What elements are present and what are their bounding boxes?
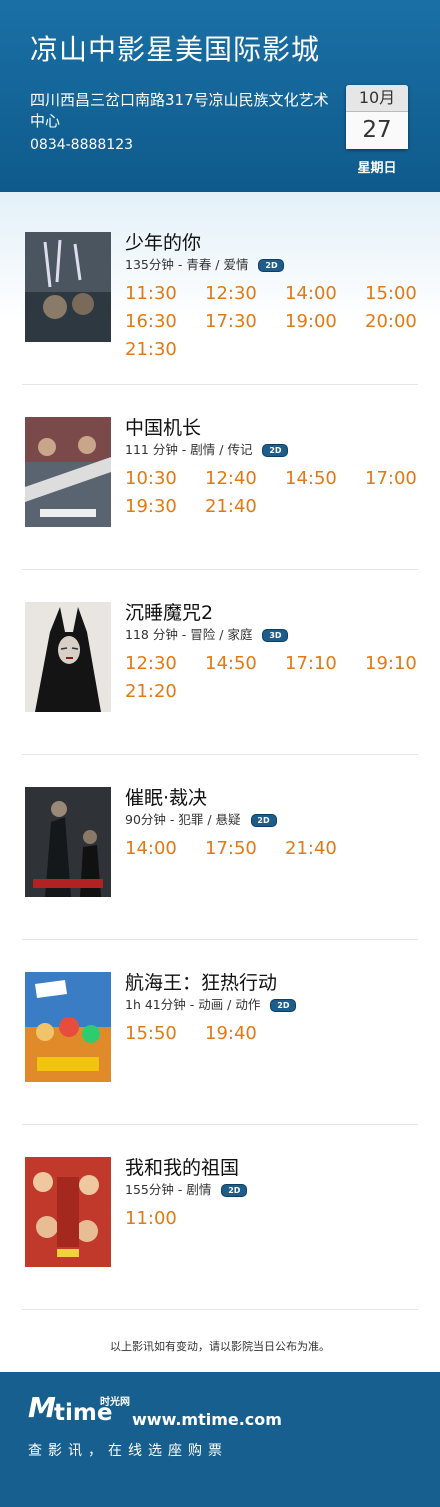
showtime[interactable]: 14:50	[205, 653, 257, 674]
showtime[interactable]: 19:10	[365, 653, 417, 674]
weekday-label: 星期日	[357, 161, 397, 176]
movie-poster[interactable]	[25, 417, 111, 527]
movie-title[interactable]: 催眠·裁决	[125, 783, 207, 810]
divider	[22, 1309, 418, 1310]
showtime[interactable]: 17:30	[205, 311, 257, 332]
movie-poster[interactable]	[25, 972, 111, 1082]
movie-meta: 155分钟 - 剧情 2D	[125, 1179, 248, 1198]
movie-meta: 111 分钟 - 剧情 / 传记 2D	[125, 439, 289, 458]
showtime[interactable]: 21:30	[125, 339, 177, 360]
showtime[interactable]: 21:40	[285, 838, 337, 859]
format-badge: 2D	[262, 444, 289, 457]
movie-item[interactable]: 中国机长 111 分钟 - 剧情 / 传记 2D 10:30 12:40 14:5…	[0, 385, 440, 570]
movie-poster[interactable]	[25, 232, 111, 342]
footer-scalloped-edge	[0, 1368, 440, 1376]
showtime[interactable]: 12:30	[125, 653, 177, 674]
showtime[interactable]: 19:00	[285, 311, 337, 332]
showtime[interactable]: 14:00	[285, 283, 337, 304]
showtime[interactable]: 11:30	[125, 283, 177, 304]
showtime[interactable]: 10:30	[125, 468, 177, 489]
movie-meta-text: 135分钟 - 青春 / 爱情	[125, 257, 249, 272]
movie-title[interactable]: 我和我的祖国	[125, 1153, 239, 1180]
date-calendar: 10月 27	[346, 85, 408, 149]
movie-meta: 118 分钟 - 冒险 / 家庭 3D	[125, 624, 289, 643]
showtime[interactable]: 20:00	[365, 311, 417, 332]
movie-meta-text: 111 分钟 - 剧情 / 传记	[125, 442, 253, 457]
showtime[interactable]: 19:40	[205, 1023, 257, 1044]
format-badge: 2D	[221, 1184, 248, 1197]
movie-meta: 90分钟 - 犯罪 / 悬疑 2D	[125, 809, 277, 828]
showtime[interactable]: 15:00	[365, 283, 417, 304]
showtime[interactable]: 17:50	[205, 838, 257, 859]
showtime[interactable]: 19:30	[125, 496, 177, 517]
movie-meta: 135分钟 - 青春 / 爱情 2D	[125, 254, 285, 273]
showtime[interactable]: 17:00	[365, 468, 417, 489]
format-badge: 3D	[262, 629, 289, 642]
cinema-address: 四川西昌三岔口南路317号凉山民族文化艺术中心	[30, 91, 329, 130]
movie-meta: 1h 41分钟 - 动画 / 动作 2D	[125, 994, 297, 1013]
schedule-notice: 以上影讯如有变动，请以影院当日公布为准。	[110, 1340, 330, 1353]
showtime[interactable]: 21:40	[205, 496, 257, 517]
showtime[interactable]: 17:10	[285, 653, 337, 674]
movie-poster[interactable]	[25, 1157, 111, 1267]
showtime[interactable]: 14:50	[285, 468, 337, 489]
movie-poster[interactable]	[25, 787, 111, 897]
movie-meta-text: 1h 41分钟 - 动画 / 动作	[125, 997, 261, 1012]
movie-item[interactable]: 催眠·裁决 90分钟 - 犯罪 / 悬疑 2D 14:00 17:50 21:40	[0, 755, 440, 940]
mtime-site-link[interactable]: www.mtime.com	[132, 1410, 282, 1429]
format-badge: 2D	[250, 814, 277, 827]
showtime[interactable]: 21:20	[125, 681, 177, 702]
cinema-phone[interactable]: 0834-8888123	[30, 137, 133, 153]
showtime[interactable]: 11:00	[125, 1208, 177, 1229]
showtime[interactable]: 12:40	[205, 468, 257, 489]
movie-meta-text: 90分钟 - 犯罪 / 悬疑	[125, 812, 241, 827]
mtime-logo-cn: 时光网	[100, 1397, 130, 1408]
movie-poster[interactable]	[25, 602, 111, 712]
movie-title[interactable]: 中国机长	[125, 413, 201, 440]
movie-item[interactable]: 少年的你 135分钟 - 青春 / 爱情 2D 11:30 12:30 14:00…	[0, 200, 440, 385]
showtime[interactable]: 12:30	[205, 283, 257, 304]
movie-title[interactable]: 沉睡魔咒2	[125, 598, 213, 625]
cinema-name: 凉山中影星美国际影城	[30, 33, 321, 66]
movie-item[interactable]: 我和我的祖国 155分钟 - 剧情 2D 11:00	[0, 1125, 440, 1310]
movie-title[interactable]: 少年的你	[125, 228, 201, 255]
format-badge: 2D	[270, 999, 297, 1012]
movie-item[interactable]: 航海王：狂热行动 1h 41分钟 - 动画 / 动作 2D 15:50 19:40	[0, 940, 440, 1125]
footer-slogan: 查影讯，在线选座购票	[28, 1443, 228, 1459]
movie-item[interactable]: 沉睡魔咒2 118 分钟 - 冒险 / 家庭 3D 12:30 14:50 17:…	[0, 570, 440, 755]
calendar-day: 27	[346, 112, 408, 149]
format-badge: 2D	[258, 259, 285, 272]
showtime[interactable]: 16:30	[125, 311, 177, 332]
showtime[interactable]: 15:50	[125, 1023, 177, 1044]
movie-meta-text: 118 分钟 - 冒险 / 家庭	[125, 627, 253, 642]
showtime[interactable]: 14:00	[125, 838, 177, 859]
cinema-header: 凉山中影星美国际影城 四川西昌三岔口南路317号凉山民族文化艺术中心 0834-…	[0, 0, 440, 192]
movie-meta-text: 155分钟 - 剧情	[125, 1182, 212, 1197]
page: { "header": { "cinema_name": "凉山中影星美国际影城…	[0, 0, 440, 1507]
calendar-month: 10月	[346, 85, 408, 112]
movie-title[interactable]: 航海王：狂热行动	[125, 968, 277, 995]
mtime-logo-icon: M	[28, 1391, 56, 1424]
